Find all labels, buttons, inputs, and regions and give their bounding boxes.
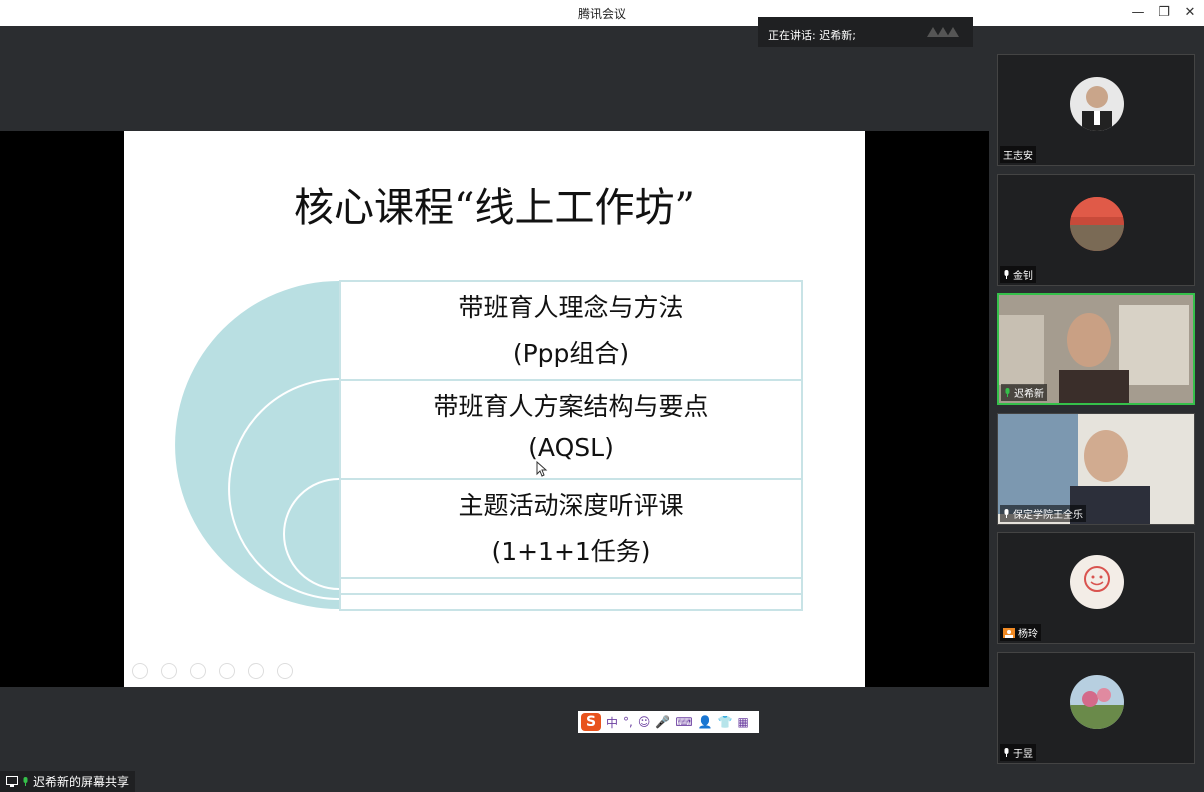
next-slide-icon[interactable]: [161, 663, 177, 679]
participant-tile[interactable]: 金钊: [997, 174, 1195, 286]
restore-button[interactable]: ❐: [1153, 3, 1175, 23]
user-icon: [1003, 627, 1015, 638]
participant-name: 于昱: [1000, 744, 1036, 761]
participant-tile[interactable]: 保定学院王全乐: [997, 413, 1195, 525]
participant-name: 迟希新: [1001, 384, 1047, 401]
avatar: [1070, 77, 1124, 131]
mic-on-icon: [23, 777, 28, 786]
avatar: [1070, 675, 1124, 729]
window-titlebar: 腾讯会议 — ❐ ✕: [0, 0, 1204, 26]
ime-user-icon[interactable]: 👤: [698, 715, 713, 729]
course-item-3-subtitle: (1+1+1任务): [491, 537, 651, 566]
presentation-slide: 核心课程“线上工作坊” 带班育人理念与方法 (Ppp组合) 带班育人方案结构与要…: [124, 131, 865, 687]
tencent-meeting-logo-icon: [925, 25, 963, 42]
participant-tile[interactable]: 王志安: [997, 54, 1195, 166]
course-item-3: 主题活动深度听评课 (1+1+1任务): [339, 478, 803, 579]
participant-name: 金钊: [1000, 266, 1036, 283]
ime-toolbar: S 中 °, ☺ 🎤 ⌨ 👤 👕 ▦: [578, 711, 759, 733]
mic-icon: [1004, 509, 1009, 518]
sogou-logo-icon[interactable]: S: [581, 713, 601, 731]
speaking-text: 正在讲话: 迟希新;: [768, 29, 856, 42]
mouse-cursor-icon: [536, 461, 548, 477]
screen-share-label: 迟希新的屏幕共享: [33, 775, 130, 789]
ime-skin-icon[interactable]: 👕: [718, 715, 733, 729]
ime-voice-icon[interactable]: 🎤: [655, 715, 670, 729]
participant-tile[interactable]: 于昱: [997, 652, 1195, 764]
speaking-banner: 正在讲话: 迟希新;: [758, 17, 973, 47]
more-options-icon[interactable]: [277, 663, 293, 679]
participant-name: 保定学院王全乐: [1000, 505, 1086, 522]
slides-grid-icon[interactable]: [219, 663, 235, 679]
participant-name: 杨玲: [1000, 624, 1041, 641]
screen-share-icon: [6, 776, 18, 787]
course-item-empty-2: [339, 593, 803, 611]
participant-tile-active-speaker[interactable]: 迟希新: [997, 293, 1195, 405]
course-item-2: 带班育人方案结构与要点 (AQSL): [339, 379, 803, 480]
minimize-button[interactable]: —: [1127, 3, 1149, 23]
pen-icon[interactable]: [190, 663, 206, 679]
window-title: 腾讯会议: [577, 7, 626, 21]
slide-toolbar: [132, 663, 293, 679]
ime-chinese-mode[interactable]: 中: [606, 714, 618, 731]
mic-on-icon: [1005, 388, 1010, 397]
course-item-2-subtitle: (AQSL): [528, 433, 614, 462]
close-button[interactable]: ✕: [1179, 3, 1201, 23]
slide-title: 核心课程“线上工作坊”: [294, 185, 695, 231]
avatar: [1070, 197, 1124, 251]
participant-tile[interactable]: 杨玲: [997, 532, 1195, 644]
course-item-2-title: 带班育人方案结构与要点: [433, 392, 709, 421]
participant-name: 王志安: [1000, 146, 1036, 163]
prev-slide-icon[interactable]: [132, 663, 148, 679]
course-item-1-subtitle: (Ppp组合): [512, 339, 630, 368]
avatar: [1070, 555, 1124, 609]
screen-share-indicator[interactable]: 迟希新的屏幕共享: [0, 771, 136, 792]
ime-toolbox-icon[interactable]: ▦: [738, 715, 749, 729]
course-item-1: 带班育人理念与方法 (Ppp组合): [339, 280, 803, 381]
mic-icon: [1004, 270, 1009, 279]
participant-sidebar: 王志安 金钊 迟希新 保定学院王全乐 杨玲 于昱: [989, 26, 1204, 792]
ime-punctuation-icon[interactable]: °,: [623, 715, 633, 729]
mic-icon: [1004, 748, 1009, 757]
ime-emoji-icon[interactable]: ☺: [638, 715, 651, 729]
course-item-1-title: 带班育人理念与方法: [458, 293, 684, 322]
zoom-icon[interactable]: [248, 663, 264, 679]
ime-keyboard-icon[interactable]: ⌨: [675, 715, 692, 729]
course-item-3-title: 主题活动深度听评课: [458, 491, 684, 520]
